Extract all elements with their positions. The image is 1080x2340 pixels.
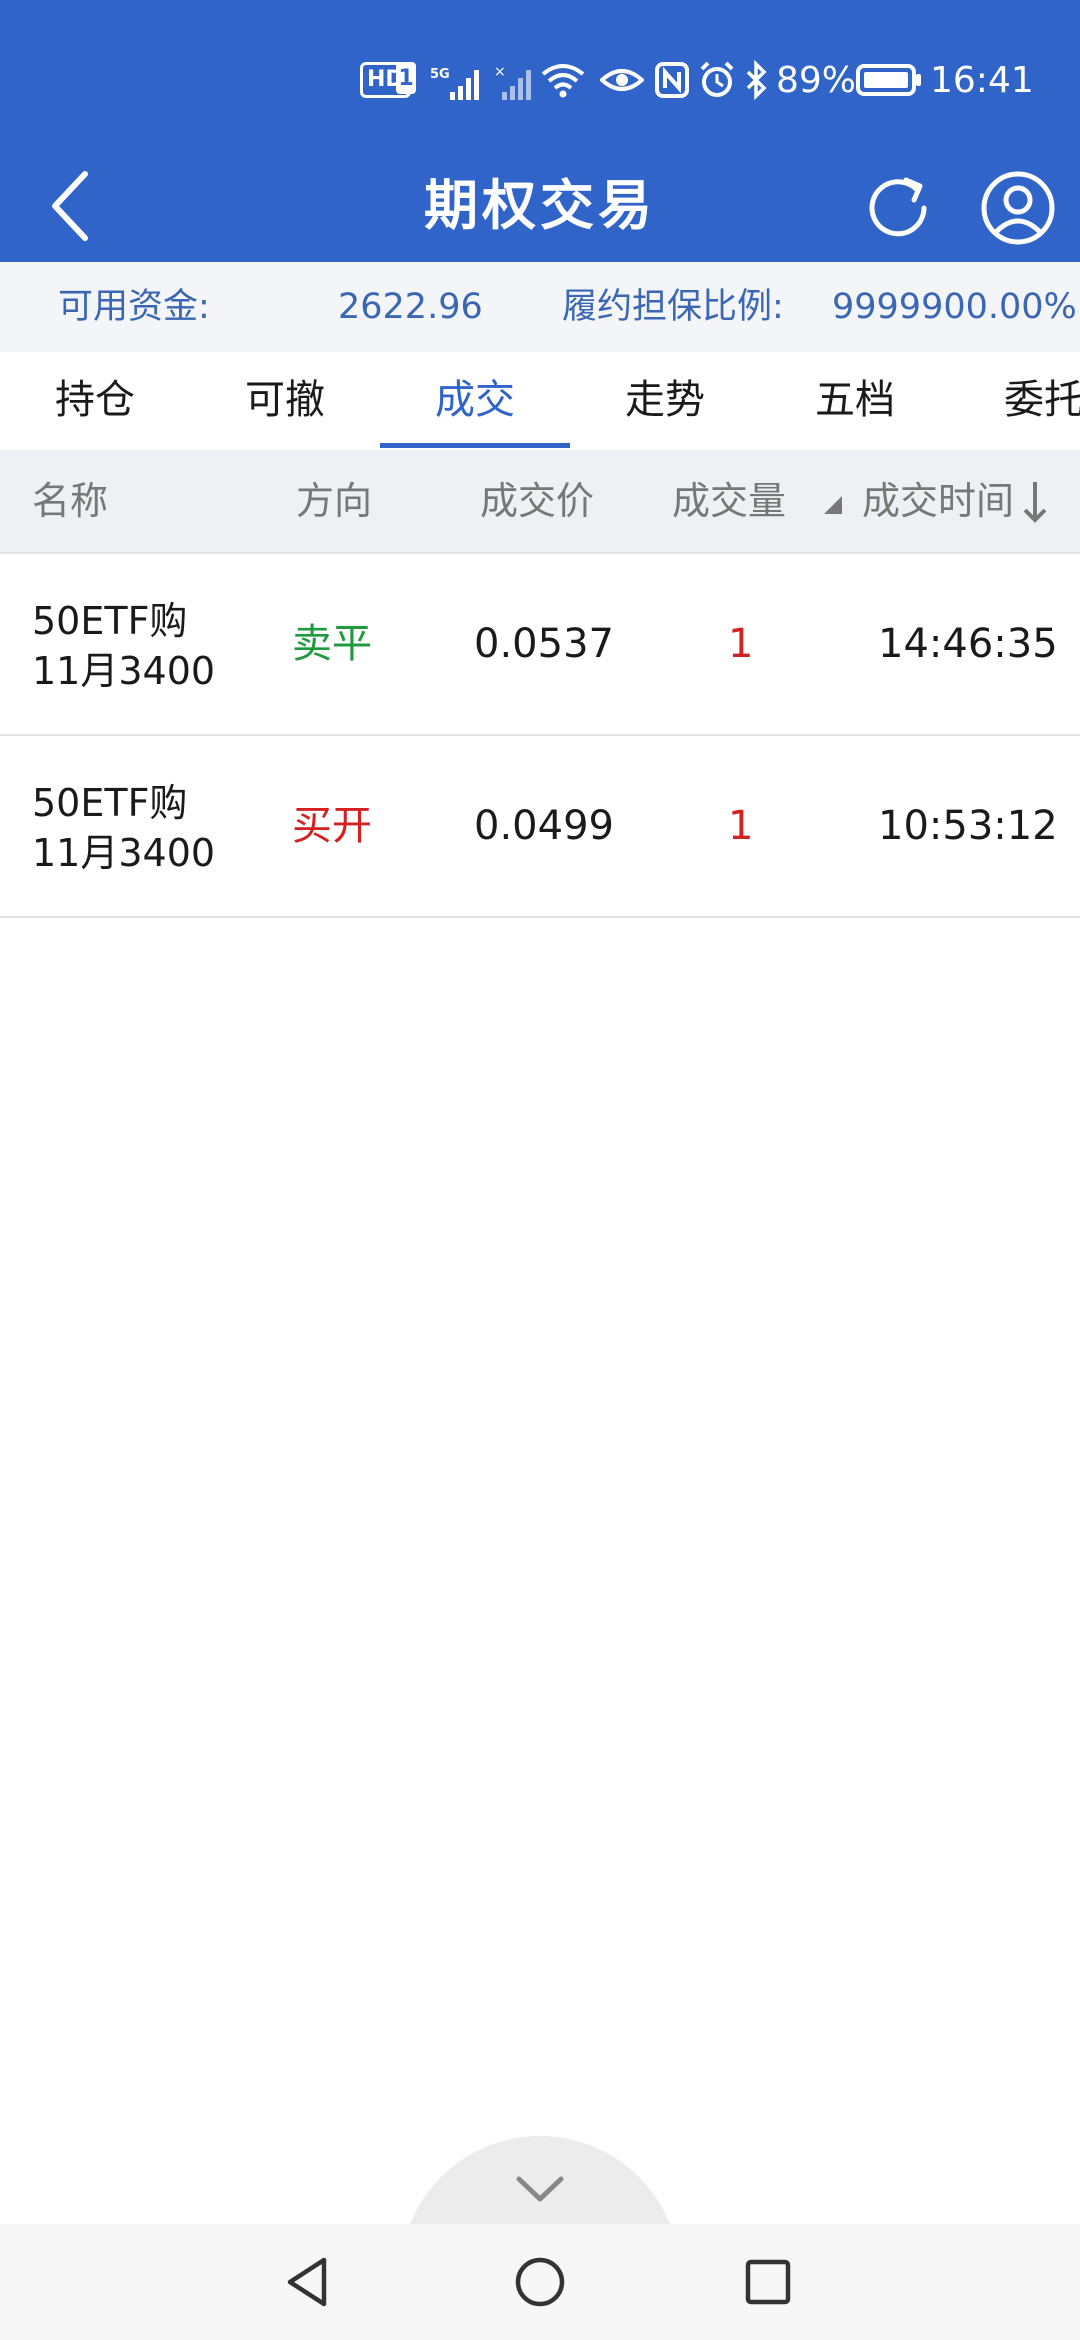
status-bar: HD 1 5G × 89% 16:41 — [0, 0, 1080, 150]
trade-quantity: 1 — [728, 621, 754, 667]
triangle-back-icon — [287, 2257, 327, 2307]
trade-direction: 买开 — [292, 803, 372, 849]
contract-name: 50ETF购 11月3400 — [32, 596, 215, 696]
tab-trend[interactable]: 走势 — [570, 352, 760, 448]
sim-badge: 1 — [396, 62, 416, 94]
trade-time: 14:46:35 — [878, 621, 1058, 667]
chevron-left-icon — [52, 171, 88, 241]
svg-text:5G: 5G — [430, 67, 450, 82]
battery-icon — [856, 56, 922, 104]
margin-ratio-label: 履约担保比例: — [562, 287, 784, 327]
svg-text:×: × — [494, 64, 506, 80]
contract-name-line2: 11月3400 — [32, 649, 216, 693]
contract-name: 50ETF购 11月3400 — [32, 778, 215, 878]
signal-5g-icon: 5G — [428, 60, 488, 108]
eye-icon — [600, 56, 644, 104]
trade-time: 10:53:12 — [878, 803, 1058, 849]
sort-down-arrow-icon[interactable] — [1022, 480, 1048, 524]
chevron-down-icon[interactable] — [508, 2168, 572, 2208]
tab-bar: 持仓 可撤 成交 走势 五档 委托 — [0, 352, 1080, 448]
nfc-icon — [654, 56, 690, 104]
trade-direction: 卖平 — [292, 621, 372, 667]
column-header-name[interactable]: 名称 — [32, 450, 108, 552]
column-header-price[interactable]: 成交价 — [480, 450, 594, 552]
table-header: 名称 方向 成交价 成交量 成交时间 — [0, 450, 1080, 554]
square-recent-icon — [745, 2259, 791, 2305]
battery-percent: 89% — [776, 59, 857, 101]
funds-bar: 可用资金: 2622.96 履约担保比例: 9999900.00% — [0, 262, 1080, 352]
active-tab-indicator — [380, 443, 570, 448]
app-header: 期权交易 — [0, 150, 1080, 262]
back-button[interactable] — [20, 150, 120, 262]
wifi-icon — [540, 56, 586, 104]
available-funds-value: 2622.96 — [338, 287, 483, 327]
tab-cancellable[interactable]: 可撤 — [190, 352, 380, 448]
user-button[interactable] — [968, 158, 1068, 258]
system-nav-bar — [0, 2224, 1080, 2340]
signal-sim2-icon: × — [494, 60, 534, 108]
table-row[interactable]: 50ETF购 11月3400 卖平 0.0537 1 14:46:35 — [0, 554, 1080, 736]
contract-name-line2: 11月3400 — [32, 831, 216, 875]
tab-depth[interactable]: 五档 — [760, 352, 950, 448]
table-row[interactable]: 50ETF购 11月3400 买开 0.0499 1 10:53:12 — [0, 736, 1080, 918]
clock: 16:41 — [930, 59, 1034, 101]
nav-recent-button[interactable] — [728, 2242, 808, 2322]
tab-positions[interactable]: 持仓 — [0, 352, 190, 448]
trade-price: 0.0499 — [474, 803, 614, 849]
available-funds-label: 可用资金: — [58, 287, 210, 327]
refresh-icon — [869, 177, 927, 237]
nav-home-button[interactable] — [500, 2242, 580, 2322]
column-header-time[interactable]: 成交时间 — [862, 450, 1014, 552]
trade-price: 0.0537 — [474, 621, 614, 667]
sort-triangle-icon — [822, 494, 844, 516]
nav-back-button[interactable] — [268, 2242, 348, 2322]
alarm-icon — [698, 56, 736, 104]
column-header-direction[interactable]: 方向 — [296, 450, 372, 552]
margin-ratio-value: 9999900.00% — [832, 287, 1077, 327]
refresh-button[interactable] — [848, 158, 948, 258]
trade-quantity: 1 — [728, 803, 754, 849]
bluetooth-icon — [744, 56, 770, 104]
circle-home-icon — [515, 2257, 565, 2307]
contract-name-line1: 50ETF购 — [32, 781, 188, 825]
user-icon — [981, 171, 1055, 245]
column-header-quantity[interactable]: 成交量 — [672, 450, 786, 552]
tab-trades[interactable]: 成交 — [380, 352, 570, 448]
tab-orders[interactable]: 委托 — [950, 352, 1080, 448]
contract-name-line1: 50ETF购 — [32, 599, 188, 643]
